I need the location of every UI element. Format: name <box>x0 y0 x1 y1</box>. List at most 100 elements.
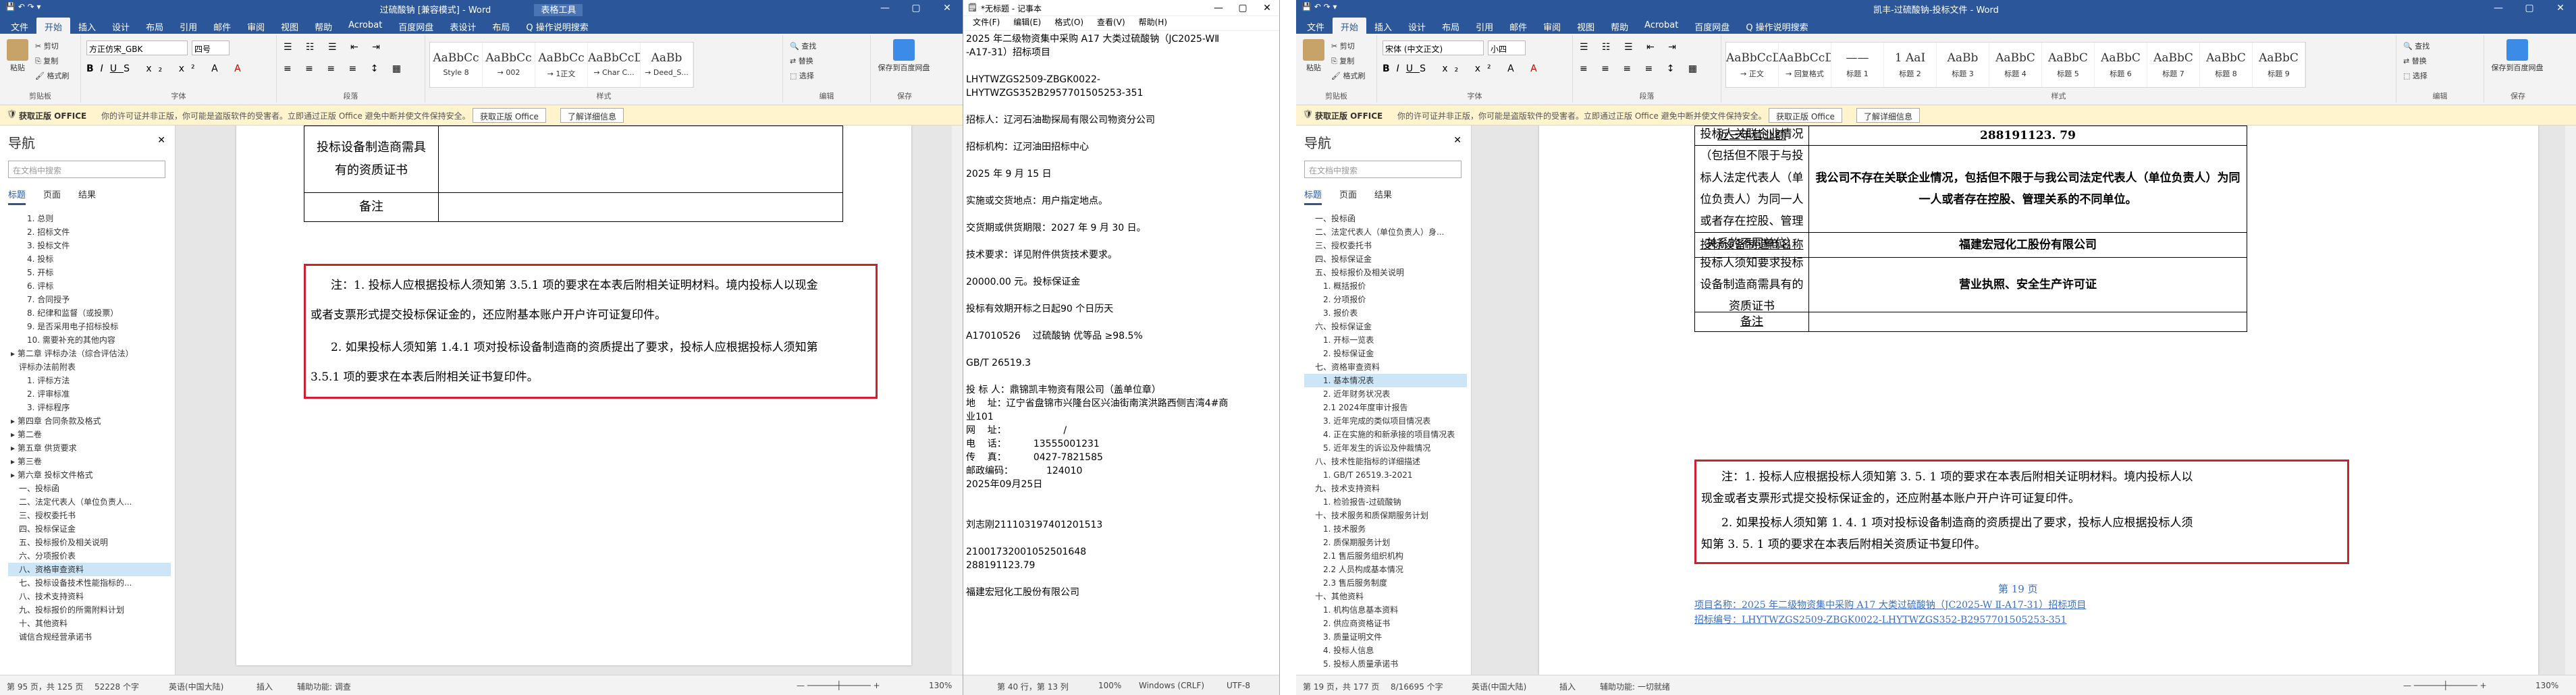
nav-item[interactable]: 4. 投标人信息 <box>1304 644 1467 657</box>
nav-item[interactable]: 1. 评标方法 <box>8 374 171 387</box>
nav-tab[interactable]: 页面 <box>43 188 61 205</box>
nav-item[interactable]: 二、法定代表人（单位负责人）身... <box>1304 225 1467 239</box>
list-buttons[interactable]: ☰ ☷ ☰ ⇤ ⇥ <box>284 42 385 53</box>
nav-tab[interactable]: 页面 <box>1339 188 1357 205</box>
vertical-scrollbar[interactable] <box>952 126 963 675</box>
nav-item[interactable]: 十、其他资料 <box>8 617 171 630</box>
style-item[interactable]: AaBbCcD → 正文 <box>1726 43 1779 87</box>
minimize-icon[interactable]: — <box>869 0 901 16</box>
format-painter-button[interactable]: 🖌 格式刷 <box>35 70 69 81</box>
nav-item[interactable]: 1. 检验报告-过硫酸钠 <box>1304 495 1467 509</box>
zoom-level[interactable]: 130% <box>929 681 952 690</box>
style-item[interactable]: AaBb 标题 3 <box>1937 43 1989 87</box>
align-buttons[interactable]: ≡ ≡ ≡ ≡ ↕ ▦ <box>1580 63 1702 74</box>
save-to-baidu-button[interactable]: 保存到百度网盘 <box>2488 39 2546 73</box>
ribbon-tab[interactable]: 邮件 <box>1501 18 1535 34</box>
nav-item[interactable]: 1. 总则 <box>8 212 171 225</box>
cut-button[interactable]: ✂ 剪切 <box>1331 40 1355 51</box>
ribbon-tab[interactable]: 文件 <box>3 18 36 34</box>
word-count[interactable]: 8/16695 个字 <box>1391 681 1443 692</box>
nav-item[interactable]: 2.1 售后服务组织机构 <box>1304 549 1467 563</box>
nav-item[interactable]: 2. 评审标准 <box>8 387 171 401</box>
style-item[interactable]: AaBbC 标题 4 <box>1989 43 2042 87</box>
ribbon-tab[interactable]: 引用 <box>1468 18 1501 34</box>
nav-item[interactable]: 2. 供应商资格证书 <box>1304 617 1467 630</box>
learn-more-button[interactable]: 了解详细信息 <box>560 108 624 123</box>
minimize-icon[interactable]: — <box>2483 0 2514 16</box>
style-item[interactable]: AaBbC 标题 9 <box>2253 43 2305 87</box>
ribbon-tab[interactable]: 审阅 <box>1535 18 1569 34</box>
text-editor[interactable]: 2025 年二级物资集中采购 A17 大类过硫酸钠（JC2025-WⅡ -A17-… <box>966 32 1275 599</box>
nav-item[interactable]: ▸ 第二卷 <box>8 428 171 441</box>
ribbon-tab[interactable]: 视图 <box>1569 18 1603 34</box>
nav-item[interactable]: 8. 纪律和监督（或投票） <box>8 306 171 320</box>
ribbon-tab[interactable]: 插入 <box>70 18 104 34</box>
nav-item[interactable]: 十、其他资料 <box>1304 590 1467 603</box>
nav-item[interactable]: 九、技术支持资料 <box>1304 482 1467 495</box>
nav-item[interactable]: 一、投标函 <box>8 482 171 495</box>
nav-item[interactable]: 3. 近年完成的类似项目情况表 <box>1304 414 1467 428</box>
get-office-button[interactable]: 获取正版 Office <box>1769 108 1842 123</box>
ribbon-tab[interactable]: 审阅 <box>239 18 273 34</box>
nav-item[interactable]: 五、投标报价及相关说明 <box>8 536 171 549</box>
style-item[interactable]: AaBbC 标题 8 <box>2200 43 2253 87</box>
nav-item[interactable]: 四、投标保证金 <box>1304 252 1467 266</box>
menu-item[interactable]: 文件(F) <box>966 14 1007 30</box>
nav-tab[interactable]: 结果 <box>78 188 96 205</box>
style-item[interactable]: AaBbCcD → 回复格式 <box>1779 43 1831 87</box>
nav-item[interactable]: 二、法定代表人（单位负责人... <box>8 495 171 509</box>
nav-item[interactable]: 2. 招标文件 <box>8 225 171 239</box>
nav-item[interactable]: 五、投标报价及相关说明 <box>1304 266 1467 279</box>
nav-tab[interactable]: 标题 <box>8 188 26 205</box>
ribbon-tab[interactable]: Acrobat <box>340 18 390 34</box>
get-office-button[interactable]: 获取正版 Office <box>473 108 546 123</box>
nav-tab[interactable]: 结果 <box>1374 188 1392 205</box>
nav-item[interactable]: 4. 正在实施的和新承接的项目情况表 <box>1304 428 1467 441</box>
font-size-select[interactable]: 小四 <box>1488 40 1526 55</box>
vertical-scrollbar[interactable] <box>2565 126 2576 675</box>
align-buttons[interactable]: ≡ ≡ ≡ ≡ ↕ ▦ <box>284 63 406 74</box>
nav-item[interactable]: ▸ 第二章 评标办法（综合评估法） <box>8 347 171 360</box>
menu-item[interactable]: 编辑(E) <box>1007 14 1048 30</box>
font-format-buttons[interactable]: BIUS x₂ x² A A <box>1383 63 1544 74</box>
nav-item[interactable]: ▸ 第四章 合同条款及格式 <box>8 414 171 428</box>
find-button[interactable]: 🔍 查找 <box>2403 40 2430 51</box>
nav-item[interactable]: 3. 报价表 <box>1304 306 1467 320</box>
nav-item[interactable]: 2.2 人员构成基本情况 <box>1304 563 1467 576</box>
minimize-icon[interactable]: — <box>1206 0 1231 16</box>
style-item[interactable]: 1 AaI 标题 2 <box>1884 43 1937 87</box>
style-item[interactable]: AaBbC 标题 5 <box>2042 43 2095 87</box>
ribbon-tab[interactable]: 文件 <box>1299 18 1333 34</box>
ribbon-tab[interactable]: 引用 <box>171 18 205 34</box>
nav-item[interactable]: 4. 投标 <box>8 252 171 266</box>
ribbon-tab[interactable]: 视图 <box>273 18 306 34</box>
font-name-select[interactable]: 宋体 (中文正文) <box>1383 40 1484 55</box>
zoom-slider[interactable]: — ──────┼────── + <box>797 681 880 690</box>
nav-item[interactable]: ▸ 第三卷 <box>8 455 171 468</box>
font-name-select[interactable]: 方正仿宋_GBK <box>86 40 188 55</box>
accessibility-status[interactable]: 辅助功能: 一切就绪 <box>1600 681 1670 692</box>
copy-button[interactable]: ⎘ 复制 <box>35 55 58 66</box>
nav-item[interactable]: 十、技术服务和质保期服务计划 <box>1304 509 1467 522</box>
page-count[interactable]: 第 95 页，共 125 页 <box>7 681 83 692</box>
ribbon-tab[interactable]: 百度网盘 <box>390 18 441 34</box>
maximize-icon[interactable]: ▢ <box>1231 0 1255 16</box>
nav-item[interactable]: 10. 需要补充的其他内容 <box>8 333 171 347</box>
nav-item[interactable]: 七、投标设备技术性能指标的... <box>8 576 171 590</box>
nav-item[interactable]: 九、投标报价的所需附料计划 <box>8 603 171 617</box>
nav-item[interactable]: 八、技术性能指标的详细描述 <box>1304 455 1467 468</box>
nav-item[interactable]: 1. 概括报价 <box>1304 279 1467 293</box>
nav-item[interactable]: 六、分项报价表 <box>8 549 171 563</box>
maximize-icon[interactable]: ▢ <box>2514 0 2545 16</box>
nav-item[interactable]: 2. 质保期服务计划 <box>1304 536 1467 549</box>
nav-item[interactable]: 1. 开标一览表 <box>1304 333 1467 347</box>
nav-item[interactable]: 三、授权委托书 <box>8 509 171 522</box>
nav-item[interactable]: ▸ 第五章 供货要求 <box>8 441 171 455</box>
accessibility-status[interactable]: 辅助功能: 调查 <box>297 681 351 692</box>
nav-item[interactable]: 3. 质量证明文件 <box>1304 630 1467 644</box>
nav-search-input[interactable]: 在文档中搜索 <box>1304 161 1461 178</box>
nav-item[interactable]: 四、投标保证金 <box>8 522 171 536</box>
insert-mode[interactable]: 插入 <box>1559 681 1576 692</box>
paste-button[interactable]: 粘贴 <box>4 39 31 73</box>
nav-item[interactable]: 2. 分项报价 <box>1304 293 1467 306</box>
